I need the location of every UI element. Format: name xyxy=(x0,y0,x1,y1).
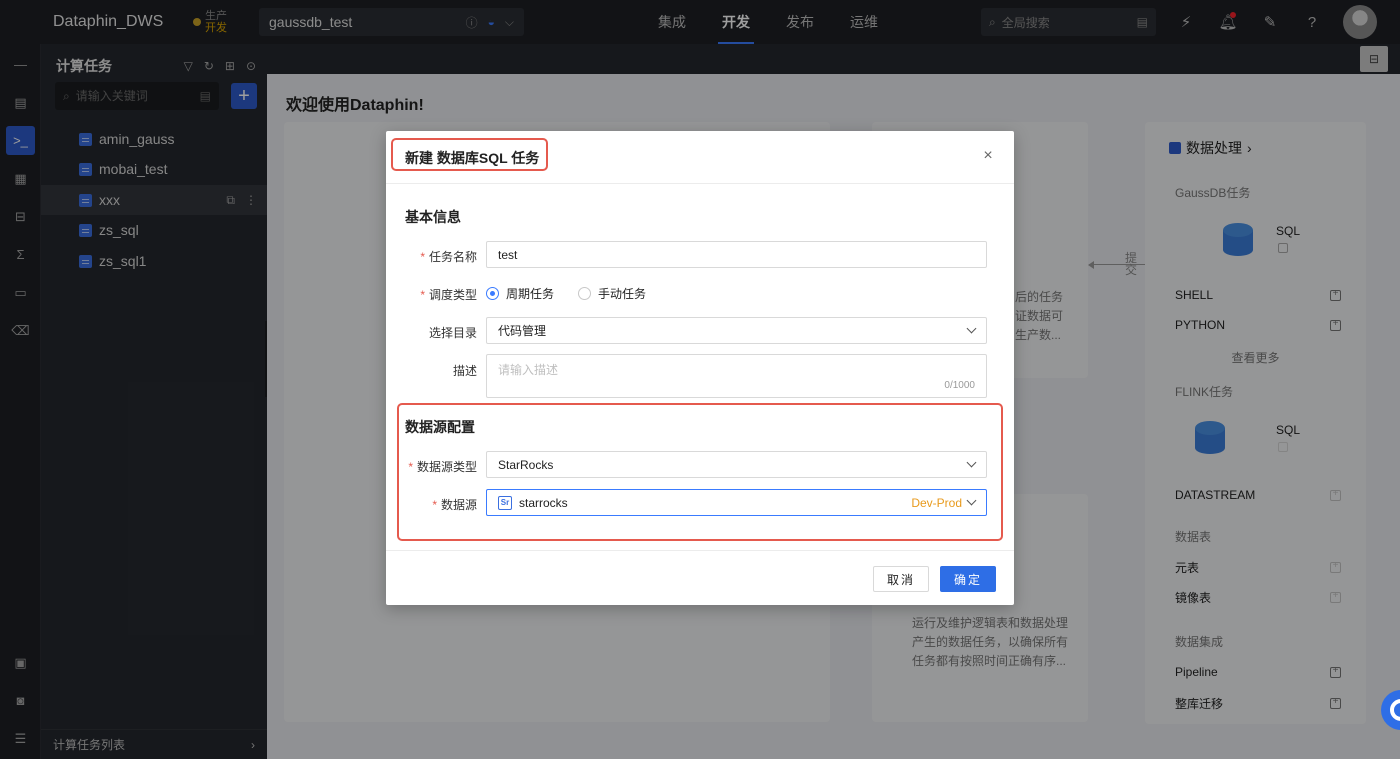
description-textarea[interactable]: 请输入描述 0/1000 xyxy=(486,354,987,398)
radio-manual[interactable] xyxy=(578,287,592,300)
task-name-input[interactable]: test xyxy=(486,241,987,268)
datasource-label: * 数据源 xyxy=(432,498,477,512)
datasource-env-tag: Dev-Prod xyxy=(911,495,962,510)
dialog-title: 新建 数据库SQL 任务 xyxy=(405,150,540,166)
chevron-down-icon xyxy=(966,495,977,506)
radio-periodic-label[interactable]: 周期任务 xyxy=(506,285,554,302)
description-char-count: 0/1000 xyxy=(944,380,975,391)
task-name-value: test xyxy=(498,247,518,262)
task-name-label: * 任务名称 xyxy=(420,250,477,264)
datasource-select[interactable]: Sr starrocks Dev-Prod xyxy=(486,489,987,516)
chevron-down-icon xyxy=(966,323,977,334)
starrocks-icon: Sr xyxy=(498,495,512,510)
basic-info-section-title: 基本信息 xyxy=(405,209,461,225)
directory-select[interactable]: 代码管理 xyxy=(486,317,987,344)
schedule-type-radio-group: 周期任务 手动任务 xyxy=(486,285,646,302)
directory-label: 选择目录 xyxy=(428,326,477,340)
chevron-down-icon xyxy=(966,457,977,468)
description-label: 描述 xyxy=(452,364,477,378)
datasource-type-value: StarRocks xyxy=(498,457,554,472)
datasource-value: starrocks xyxy=(519,495,568,510)
datasource-type-label: * 数据源类型 xyxy=(408,460,477,474)
radio-manual-label[interactable]: 手动任务 xyxy=(598,285,646,302)
datasource-section-title: 数据源配置 xyxy=(405,419,475,435)
datasource-type-select[interactable]: StarRocks xyxy=(486,451,987,478)
cancel-button[interactable]: 取消 xyxy=(873,566,929,592)
confirm-button[interactable]: 确定 xyxy=(940,566,996,592)
radio-periodic[interactable] xyxy=(486,287,499,300)
schedule-type-label: * 调度类型 xyxy=(420,288,477,302)
description-placeholder: 请输入描述 xyxy=(498,363,559,377)
dialog-header: 新建 数据库SQL 任务 × xyxy=(386,131,1014,184)
dialog-footer: 取消 确定 xyxy=(386,550,1014,605)
close-icon[interactable]: × xyxy=(979,147,997,165)
directory-value: 代码管理 xyxy=(498,324,547,338)
new-sql-task-dialog: 新建 数据库SQL 任务 × 基本信息 * 任务名称 test * 调度类型 周期任… xyxy=(386,131,1014,605)
